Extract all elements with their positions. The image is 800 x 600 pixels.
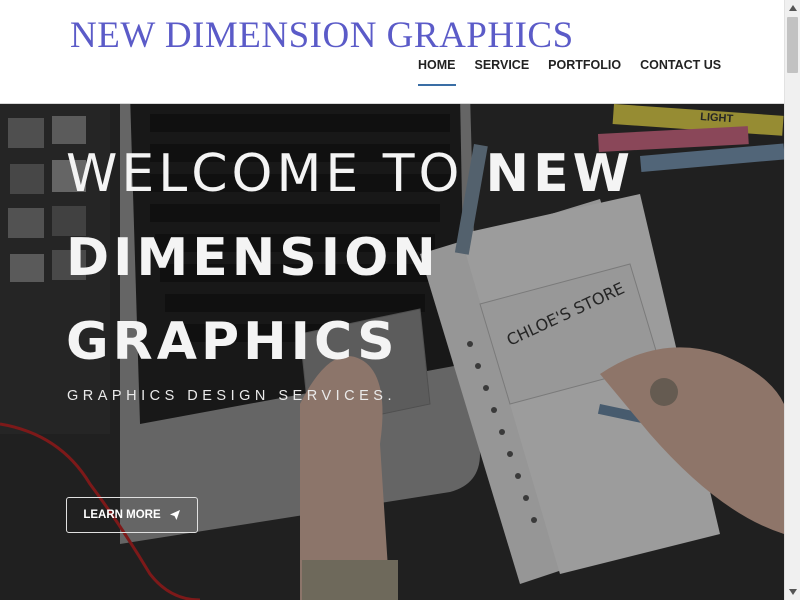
hero-title: WELCOME TO NEW DIMENSION GRAPHICS — [66, 132, 666, 384]
scroll-down-arrow-icon[interactable] — [785, 584, 800, 600]
hero-title-bold-1: NEW — [485, 144, 634, 204]
hero-title-bold-3: GRAPHICS — [66, 312, 399, 372]
nav-portfolio[interactable]: PORTFOLIO — [548, 58, 621, 86]
scrollbar-thumb[interactable] — [787, 17, 798, 73]
main-nav: HOME SERVICE PORTFOLIO CONTACT US — [418, 58, 740, 86]
nav-contact-us[interactable]: CONTACT US — [640, 58, 721, 86]
hero-section: CHLOE'S STORE LIGHT WELCOME TO NEW DIMEN… — [0, 104, 784, 600]
learn-more-label: LEARN MORE — [83, 509, 161, 521]
hero-subtitle: GRAPHICS DESIGN SERVICES. — [67, 388, 396, 404]
hero-title-light: WELCOME TO — [66, 144, 464, 204]
nav-home[interactable]: HOME — [418, 58, 456, 86]
site-header: NEW DIMENSION GRAPHICS HOME SERVICE PORT… — [0, 0, 784, 104]
paper-plane-icon — [169, 510, 180, 520]
hero-title-bold-2: DIMENSION — [66, 228, 440, 288]
site-logo[interactable]: NEW DIMENSION GRAPHICS — [70, 14, 574, 57]
nav-service[interactable]: SERVICE — [475, 58, 530, 86]
scroll-up-arrow-icon[interactable] — [785, 0, 800, 16]
learn-more-button[interactable]: LEARN MORE — [66, 497, 198, 533]
page-scrollbar[interactable] — [784, 0, 800, 600]
